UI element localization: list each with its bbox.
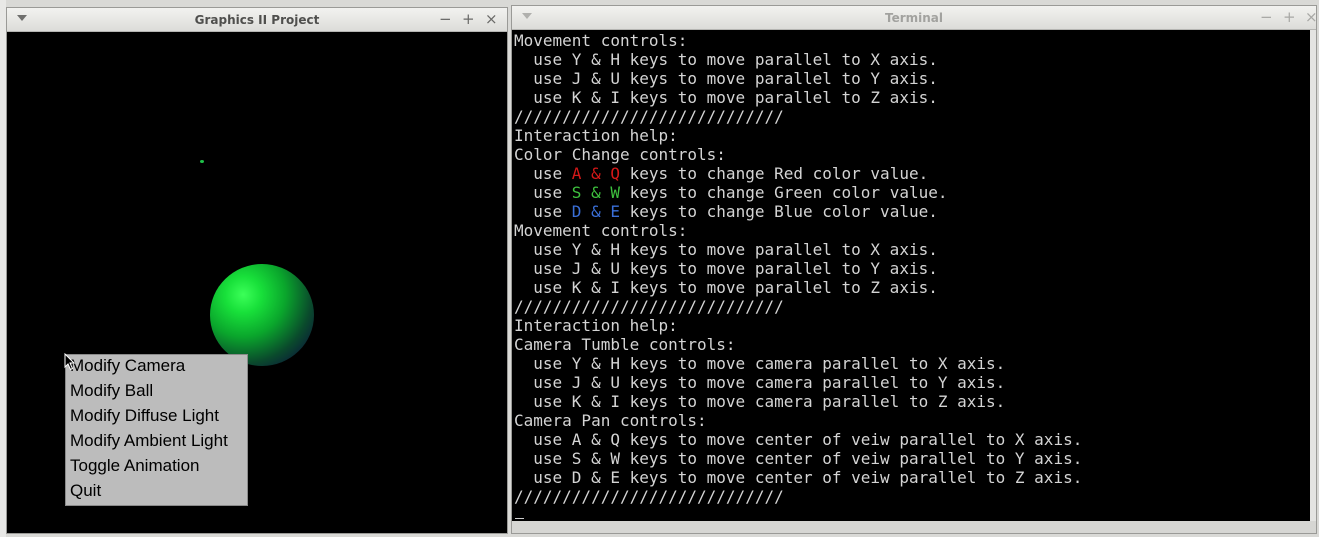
terminal-text: keys to change Red color value. [619,164,929,183]
opengl-viewport[interactable]: Modify Camera Modify Ball Modify Diffuse… [7,32,507,533]
menu-item-modify-diffuse-light[interactable]: Modify Diffuse Light [66,406,247,431]
menu-item-modify-camera[interactable]: Modify Camera [66,356,247,381]
rendered-sphere [210,264,314,366]
terminal-line: Interaction help: [514,316,678,335]
terminal-line: //////////////////////////// [514,487,784,506]
menu-item-modify-ambient-light[interactable]: Modify Ambient Light [66,431,247,456]
terminal-line: use Y & H keys to move parallel to X axi… [514,240,938,259]
terminal-line: Camera Pan controls: [514,411,707,430]
terminal-text: use [514,183,572,202]
terminal-line: use A & Q keys to move center of veiw pa… [514,430,1083,449]
terminal-text: keys to change Blue color value. [619,202,938,221]
terminal-window-title: Terminal [884,11,944,25]
terminal-text: keys to change Green color value. [619,183,948,202]
terminal-output[interactable]: Movement controls: use Y & H keys to mov… [512,30,1310,521]
terminal-line: use K & I keys to move camera parallel t… [514,392,1006,411]
graphics-titlebar[interactable]: Graphics II Project − + × [7,8,507,32]
terminal-line: //////////////////////////// [514,107,784,126]
terminal-scrollbar[interactable] [1310,30,1316,521]
terminal-line: use D & E keys to move center of veiw pa… [514,468,1083,487]
terminal-text: use [514,164,572,183]
terminal-text: use [514,202,572,221]
terminal-window[interactable]: Terminal − + × Movement controls: use Y … [511,5,1318,534]
terminal-line: Movement controls: [514,31,688,50]
maximize-icon[interactable]: + [462,11,475,27]
minimize-icon[interactable]: − [1260,9,1273,25]
context-menu: Modify Camera Modify Ball Modify Diffuse… [65,354,248,506]
mouse-cursor-icon [64,353,76,371]
maximize-icon[interactable]: + [1283,9,1296,25]
graphics-window-title: Graphics II Project [194,13,320,27]
close-icon[interactable]: × [1305,9,1318,25]
terminal-line: use A & Q keys to change Red color value… [514,164,1310,183]
terminal-line: use D & E keys to change Blue color valu… [514,202,1310,221]
terminal-line: Interaction help: [514,126,678,145]
highlighted-keys: A & Q [571,164,620,183]
terminal-line: use K & I keys to move parallel to Z axi… [514,278,938,297]
terminal-line: use S & W keys to move center of veiw pa… [514,449,1083,468]
terminal-line: //////////////////////////// [514,297,784,316]
close-icon[interactable]: × [485,11,498,27]
terminal-line: use S & W keys to change Green color val… [514,183,1310,202]
terminal-cursor [515,518,524,519]
light-source-dot [200,160,204,163]
terminal-line: use J & U keys to move camera parallel t… [514,373,1006,392]
terminal-line: Camera Tumble controls: [514,335,736,354]
terminal-line: Color Change controls: [514,145,726,164]
highlighted-keys: D & E [571,202,620,221]
terminal-line: use J & U keys to move parallel to Y axi… [514,69,938,88]
menu-item-toggle-animation[interactable]: Toggle Animation [66,456,247,481]
highlighted-keys: S & W [571,183,620,202]
terminal-line: Movement controls: [514,221,688,240]
menu-item-modify-ball[interactable]: Modify Ball [66,381,247,406]
terminal-bottom-bar [512,521,1316,533]
graphics-window[interactable]: Graphics II Project − + × Modify Camera … [6,7,508,534]
terminal-line: use K & I keys to move parallel to Z axi… [514,88,938,107]
menu-item-quit[interactable]: Quit [66,481,247,506]
terminal-line: use J & U keys to move parallel to Y axi… [514,259,938,278]
terminal-line: use Y & H keys to move camera parallel t… [514,354,1006,373]
minimize-icon[interactable]: − [439,11,452,27]
terminal-titlebar[interactable]: Terminal − + × [512,6,1318,30]
terminal-line: use Y & H keys to move parallel to X axi… [514,50,938,69]
